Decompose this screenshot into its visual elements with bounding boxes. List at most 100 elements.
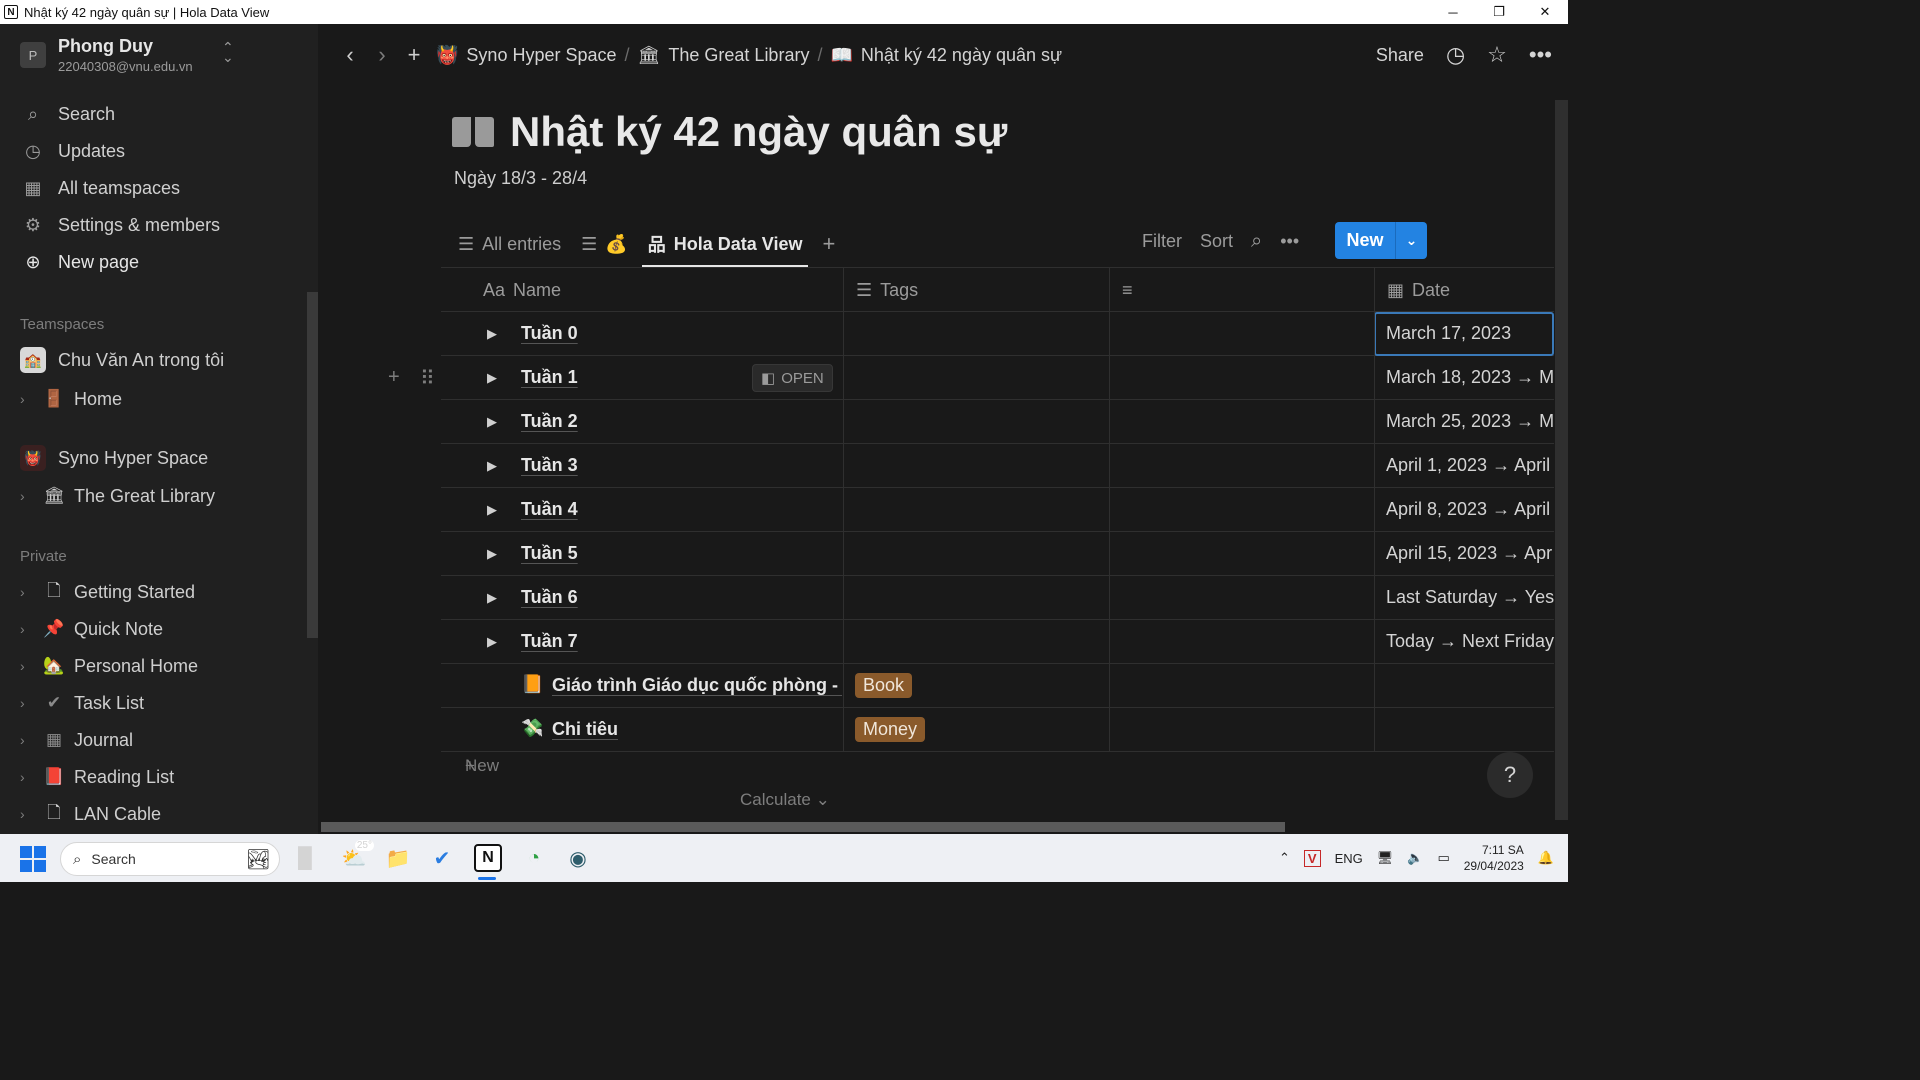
- add-new-row[interactable]: + New: [441, 752, 1554, 780]
- sidebar-item-getting-started[interactable]: › 🗋 Getting Started: [20, 576, 195, 608]
- toggle-triangle-icon[interactable]: ▶: [487, 370, 497, 386]
- table-row[interactable]: 💸 Chi tiêu Money: [441, 708, 1554, 752]
- sidebar-item-settings[interactable]: ⚙ Settings & members: [22, 210, 220, 240]
- sidebar-item-lan-cable[interactable]: › 🗋 LAN Cable: [20, 798, 161, 830]
- minimize-button[interactable]: ─: [1430, 0, 1476, 24]
- clock[interactable]: 7:11 SA 29/04/2023: [1464, 842, 1524, 874]
- teamspace-syno-hyper-space[interactable]: 👹 Syno Hyper Space: [20, 442, 208, 474]
- forward-arrow-icon[interactable]: ›: [366, 42, 398, 68]
- notification-icon[interactable]: 🔔: [1538, 850, 1554, 866]
- chevron-right-icon[interactable]: ›: [20, 584, 34, 600]
- teamspace-chu-van-an[interactable]: 🏫 Chu Văn An trong tôi: [20, 344, 224, 376]
- table-row[interactable]: ▶ Tuần 2 March 25, 2023 → M: [441, 400, 1554, 444]
- toggle-triangle-icon[interactable]: ▶: [487, 502, 497, 518]
- breadcrumb-item[interactable]: Syno Hyper Space: [466, 45, 616, 66]
- table-horizontal-scrollbar[interactable]: [321, 822, 1285, 832]
- sidebar-item-reading-list[interactable]: › 📕 Reading List: [20, 761, 174, 793]
- row-date[interactable]: March 18, 2023 → M: [1386, 367, 1554, 388]
- maximize-button[interactable]: ❐: [1476, 0, 1522, 24]
- tab-money[interactable]: ☰ 💰: [575, 222, 634, 266]
- chevron-right-icon[interactable]: ›: [20, 732, 34, 748]
- tag-book[interactable]: Book: [855, 673, 913, 698]
- task-view-icon[interactable]: ▉: [292, 844, 320, 872]
- add-view-icon[interactable]: +: [822, 231, 835, 257]
- row-name[interactable]: Tuần 3: [521, 455, 578, 476]
- chevron-down-icon[interactable]: ⌄: [1395, 222, 1427, 259]
- row-name[interactable]: Tuần 1: [521, 367, 578, 388]
- chevron-right-icon[interactable]: ›: [20, 391, 34, 407]
- chevron-right-icon[interactable]: ›: [20, 769, 34, 785]
- breadcrumb-item[interactable]: The Great Library: [668, 45, 809, 66]
- chevron-right-icon[interactable]: ›: [20, 488, 34, 504]
- toggle-triangle-icon[interactable]: ▶: [487, 326, 497, 342]
- table-row[interactable]: ▶ Tuần 5 April 15, 2023 → Apr: [441, 532, 1554, 576]
- table-row[interactable]: ▶ Tuần 4 April 8, 2023 → April: [441, 488, 1554, 532]
- drag-handle-icon[interactable]: ⠿: [420, 366, 435, 391]
- sidebar-item-journal[interactable]: › ▦ Journal: [20, 724, 133, 756]
- app-icon[interactable]: ◉: [564, 844, 592, 872]
- todo-icon[interactable]: ✔: [428, 844, 456, 872]
- plus-icon[interactable]: +: [398, 42, 430, 68]
- sidebar-item-home[interactable]: › 🚪 Home: [20, 383, 122, 415]
- history-icon[interactable]: ◷: [1446, 42, 1465, 68]
- sidebar-item-new-page[interactable]: ⊕ New page: [22, 247, 139, 277]
- row-date[interactable]: March 17, 2023: [1386, 323, 1554, 344]
- row-date[interactable]: April 8, 2023 → April: [1386, 499, 1554, 520]
- workspace-switcher[interactable]: P Phong Duy 22040308@vnu.edu.vn ⌃ ⌄: [20, 36, 250, 74]
- tab-all-entries[interactable]: ☰ All entries: [452, 222, 567, 266]
- notion-icon[interactable]: N: [474, 844, 502, 872]
- row-date[interactable]: Last Saturday → Yest: [1386, 587, 1554, 608]
- toggle-triangle-icon[interactable]: ▶: [487, 634, 497, 650]
- column-header-date[interactable]: ▦ Date: [1387, 268, 1450, 312]
- more-icon[interactable]: •••: [1280, 231, 1299, 252]
- column-header-name[interactable]: Aa Name: [483, 268, 561, 312]
- page-subtitle[interactable]: Ngày 18/3 - 28/4: [454, 168, 587, 189]
- volume-icon[interactable]: 🔈: [1407, 850, 1423, 866]
- table-row[interactable]: ▶ Tuần 6 Last Saturday → Yest: [441, 576, 1554, 620]
- open-page-button[interactable]: ◧ OPEN: [752, 364, 833, 392]
- filter-button[interactable]: Filter: [1142, 231, 1182, 252]
- sidebar-item-all-teamspaces[interactable]: ▦ All teamspaces: [22, 173, 180, 203]
- chevron-right-icon[interactable]: ›: [20, 658, 34, 674]
- row-date[interactable]: April 15, 2023 → Apr: [1386, 543, 1554, 564]
- windows-start-icon[interactable]: [20, 846, 46, 872]
- sidebar-scrollbar[interactable]: [307, 292, 318, 638]
- row-name[interactable]: Tuần 7: [521, 631, 578, 652]
- more-icon[interactable]: •••: [1529, 42, 1552, 68]
- column-header-text[interactable]: ≡: [1122, 268, 1141, 312]
- antivirus-icon[interactable]: V: [1303, 849, 1321, 867]
- table-row[interactable]: 📙 Giáo trình Giáo dục quốc phòng - A Boo…: [441, 664, 1554, 708]
- chevron-right-icon[interactable]: ›: [20, 621, 34, 637]
- row-name[interactable]: Tuần 2: [521, 411, 578, 432]
- row-name[interactable]: Chi tiêu: [552, 719, 842, 740]
- sidebar-item-updates[interactable]: ◷ Updates: [22, 136, 125, 166]
- toggle-triangle-icon[interactable]: ▶: [487, 590, 497, 606]
- row-name[interactable]: Tuần 6: [521, 587, 578, 608]
- sidebar-item-search[interactable]: ⌕ Search: [22, 99, 115, 129]
- new-button-label[interactable]: New: [1335, 222, 1395, 259]
- star-icon[interactable]: ☆: [1487, 42, 1507, 68]
- back-arrow-icon[interactable]: ‹: [334, 42, 366, 68]
- page-vertical-scrollbar[interactable]: [1555, 100, 1568, 820]
- row-name[interactable]: Giáo trình Giáo dục quốc phòng - A: [552, 675, 842, 696]
- taskbar-search[interactable]: ⌕ Search 🏞: [60, 842, 280, 876]
- sidebar-item-great-library[interactable]: › 🏛 The Great Library: [20, 480, 215, 512]
- toggle-triangle-icon[interactable]: ▶: [487, 458, 497, 474]
- column-header-tags[interactable]: ☰ Tags: [856, 268, 918, 312]
- toggle-triangle-icon[interactable]: ▶: [487, 414, 497, 430]
- book-icon[interactable]: [452, 115, 494, 149]
- table-row[interactable]: ▶ Tuần 3 April 1, 2023 → April: [441, 444, 1554, 488]
- row-date[interactable]: April 1, 2023 → April: [1386, 455, 1554, 476]
- row-name[interactable]: Tuần 4: [521, 499, 578, 520]
- new-entry-button[interactable]: New ⌄: [1335, 222, 1427, 259]
- search-icon[interactable]: ⌕: [1251, 230, 1262, 253]
- sort-button[interactable]: Sort: [1200, 231, 1233, 252]
- table-row[interactable]: ▶ Tuần 0 March 17, 2023: [441, 312, 1554, 356]
- row-name[interactable]: Tuần 5: [521, 543, 578, 564]
- sidebar-item-task-list[interactable]: › ✔ Task List: [20, 687, 144, 719]
- share-button[interactable]: Share: [1376, 45, 1424, 66]
- chevron-right-icon[interactable]: ›: [20, 695, 34, 711]
- calculate-button[interactable]: Calculate ⌄: [740, 790, 830, 810]
- chevron-right-icon[interactable]: ›: [20, 806, 34, 822]
- tag-money[interactable]: Money: [855, 717, 926, 742]
